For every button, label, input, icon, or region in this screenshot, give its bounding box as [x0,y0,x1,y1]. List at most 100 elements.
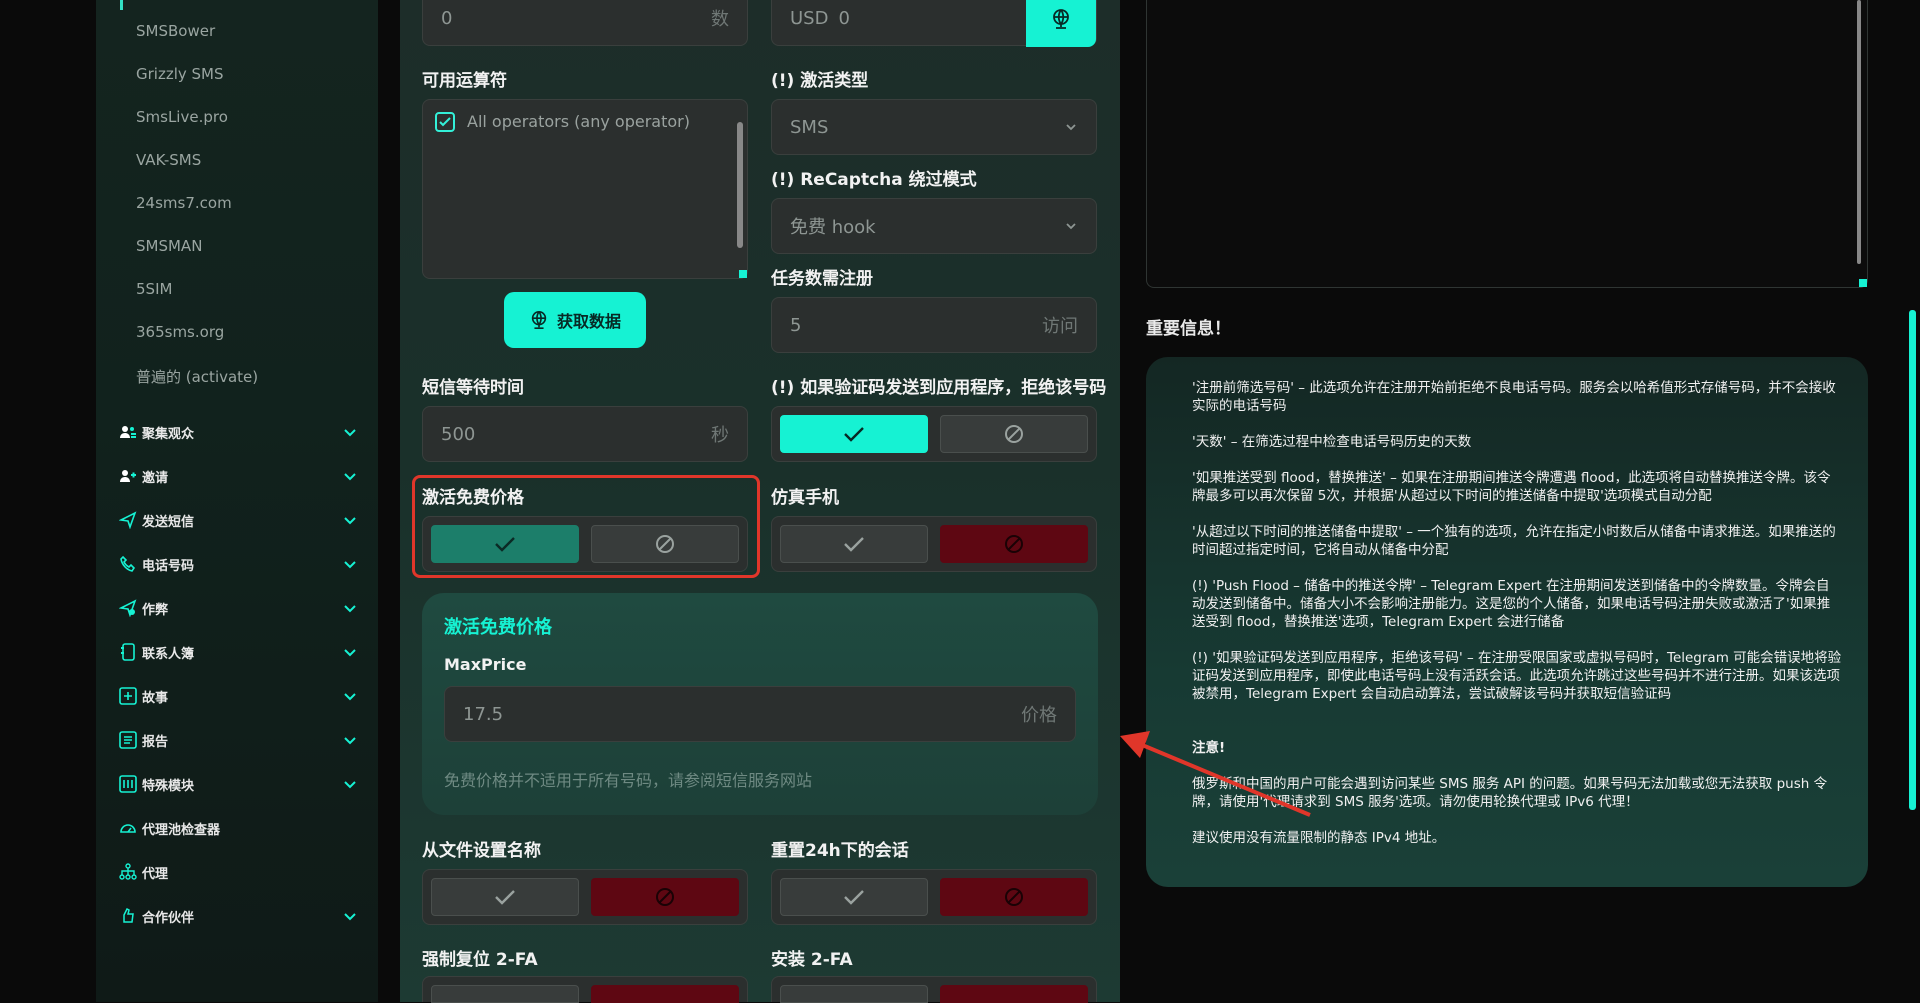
sidebar-subitem-vak-sms[interactable]: VAK-SMS [136,151,201,169]
sidebar-item-label: 聚集观众 [142,426,195,442]
sidebar-item-proxy[interactable]: 代理 [118,857,358,887]
sidebar-subitem-grizzly-sms[interactable]: Grizzly SMS [136,65,224,83]
count-suffix: 数 [711,9,729,30]
info-paragraph: (!) 'Push Flood – 储备中的推送令牌' – Telegram E… [1192,578,1831,630]
operators-label: 可用运算符 [422,71,507,91]
sidebar-item-invite[interactable]: 邀请 [118,461,358,491]
maxprice-suffix: 价格 [1021,705,1057,726]
chevron-down-icon [344,517,356,525]
operator-checkbox[interactable] [435,112,455,132]
sidebar-item-phone-numbers[interactable]: 电话号码 [118,549,358,579]
tasks-input[interactable]: 5 访问 [771,297,1097,353]
fetch-data-button[interactable]: 获取数据 [504,292,646,348]
check-icon [844,427,864,442]
sidebar-item-label: 报告 [142,734,169,750]
balance-input[interactable]: USD 0 [771,0,1097,47]
sidebar-item-report[interactable]: 报告 [118,725,358,755]
disabled-icon [1005,888,1023,906]
toggle-yes-button[interactable] [431,878,579,916]
name-from-file-toggle [422,869,748,925]
operator-option-label: All operators (any operator) [467,112,690,131]
sidebar-item-proxy-checker[interactable]: 代理池检查器 [118,813,358,843]
operators-scrollbar[interactable] [737,122,743,248]
resize-handle[interactable] [1859,279,1867,287]
sidebar: SMSBower Grizzly SMS SmsLive.pro VAK-SMS… [96,0,378,1002]
chevron-down-icon [344,473,356,481]
sidebar-subitem-365sms[interactable]: 365sms.org [136,323,224,341]
toggle-no-button[interactable] [940,878,1088,916]
activation-type-select[interactable]: SMS [771,99,1097,155]
globe-button[interactable] [1026,0,1096,47]
sidebar-item-label: 电话号码 [142,558,195,574]
install-2fa-toggle [771,976,1097,1003]
check-icon [844,537,864,552]
recaptcha-value: 免费 hook [790,217,876,238]
toggle-no-button[interactable] [591,985,739,1003]
sidebar-item-label: 联系人簿 [142,646,195,662]
toggle-yes-button[interactable] [780,525,928,563]
emulate-phone-label: 仿真手机 [771,488,839,508]
log-scrollbar[interactable] [1857,0,1861,264]
sidebar-item-label: 邀请 [142,470,169,486]
sms-wait-input[interactable]: 500 秒 [422,406,748,462]
count-input[interactable]: 0 数 [422,0,748,46]
sidebar-subitem-5sim[interactable]: 5SIM [136,280,172,298]
currency-label: USD [790,7,829,29]
info-warning-title: 注意! [1192,740,1226,756]
page-scrollbar[interactable] [1909,310,1916,810]
toggle-yes-button[interactable] [780,985,928,1003]
count-value: 0 [441,7,453,29]
info-paragraph: '天数' – 在筛选过程中检查电话号码历史的天数 [1192,434,1472,450]
toggle-no-button[interactable] [591,878,739,916]
sidebar-item-story[interactable]: 故事 [118,681,358,711]
sidebar-item-send-sms[interactable]: 发送短信 [118,505,358,535]
info-paragraph: '注册前筛选号码' – 此选项允许在注册开始前拒绝不良电话号码。服务会以哈希值形… [1192,380,1836,414]
story-icon [118,686,138,706]
recaptcha-label: (!) ReCaptcha 绕过模式 [771,170,977,190]
chevron-down-icon [344,649,356,657]
operators-list[interactable]: All operators (any operator) [422,99,748,279]
reset-sessions-toggle [771,869,1097,925]
sidebar-item-special-module[interactable]: 特殊模块 [118,769,358,799]
toggle-no-button[interactable] [940,525,1088,563]
sidebar-subitem-smslive[interactable]: SmsLive.pro [136,108,228,126]
chevron-down-icon [1066,223,1076,230]
sidebar-active-indicator [120,0,123,10]
maxprice-value: 17.5 [463,703,504,725]
sidebar-item-audience[interactable]: 聚集观众 [118,417,358,447]
toggle-no-button[interactable] [940,985,1088,1003]
sidebar-item-partner[interactable]: 合作伙伴 [118,901,358,931]
sidebar-item-cheat[interactable]: 作弊 [118,593,358,623]
disabled-icon [656,888,674,906]
activation-type-label: (!) 激活类型 [771,71,869,91]
info-paragraph: '从超过以下时间的推送储备中提取' – 一个独有的选项，允许在指定小时数后从储备… [1192,524,1836,558]
chevron-down-icon [344,737,356,745]
toggle-yes-button[interactable] [780,878,928,916]
maxprice-input[interactable]: 17.5 价格 [444,686,1076,742]
sidebar-subitem-smsbower[interactable]: SMSBower [136,22,215,40]
chevron-down-icon [344,913,356,921]
info-paragraph: 俄罗斯和中国的用户可能会遇到访问某些 SMS 服务 API 的问题。如果号码无法… [1192,776,1828,810]
sidebar-subitem-smsman[interactable]: SMSMAN [136,237,202,255]
reset-sessions-label: 重置24h下的会话 [771,841,909,861]
chevron-down-icon [344,781,356,789]
send-message-icon [118,510,138,530]
toggle-yes-button[interactable] [780,415,928,453]
fetch-data-label: 获取数据 [556,312,621,331]
chevron-down-icon [344,429,356,437]
chevron-down-icon [344,561,356,569]
sidebar-subitem-24sms7[interactable]: 24sms7.com [136,194,232,212]
sidebar-item-label: 作弊 [142,602,169,618]
toggle-no-button[interactable] [940,415,1088,453]
highlight-annotation [412,475,760,578]
important-info-panel: '注册前筛选号码' – 此选项允许在注册开始前拒绝不良电话号码。服务会以哈希值形… [1146,357,1868,887]
resize-handle[interactable] [739,270,747,278]
log-textarea[interactable] [1146,0,1868,288]
tasks-suffix: 访问 [1042,316,1078,337]
info-paragraph: 建议使用没有流量限制的静态 IPv4 地址。 [1192,830,1446,846]
sidebar-item-contacts-book[interactable]: 联系人簿 [118,637,358,667]
sidebar-subitem-universal-activate[interactable]: 普遍的 (activate) [136,366,258,387]
recaptcha-select[interactable]: 免费 hook [771,198,1097,254]
reject-if-app-label: (!) 如果验证码发送到应用程序，拒绝该号码 [771,378,1107,398]
toggle-yes-button[interactable] [431,985,579,1003]
